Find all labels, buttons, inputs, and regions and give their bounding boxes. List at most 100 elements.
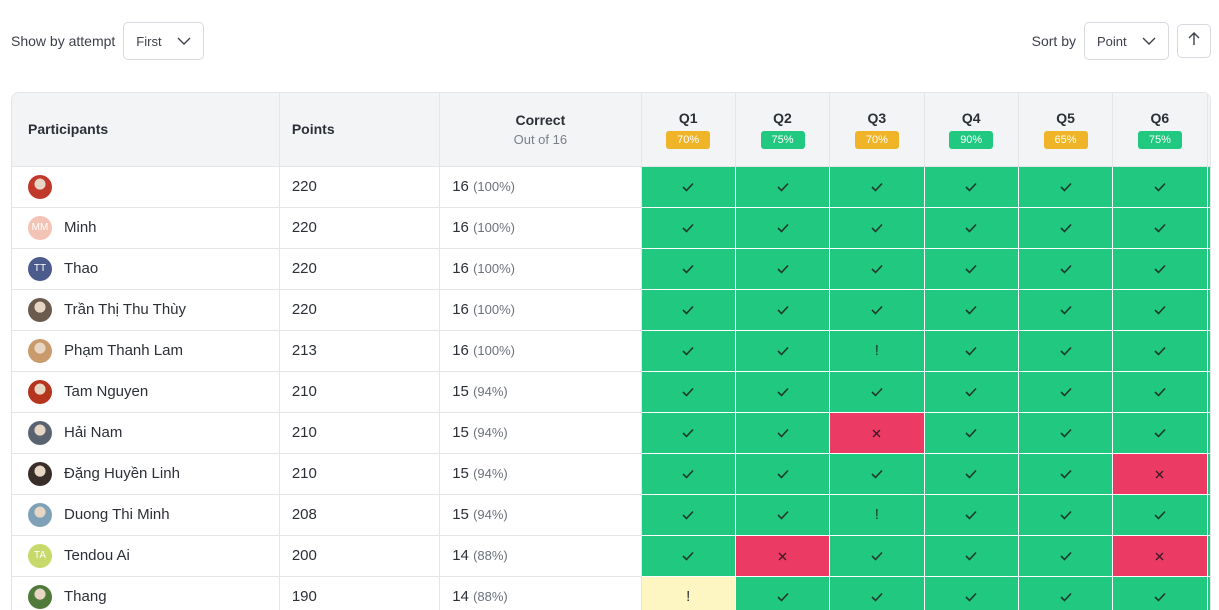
- answer-cell-correct[interactable]: [1207, 453, 1210, 495]
- answer-cell-skip[interactable]: !: [641, 576, 736, 610]
- answer-cell-correct[interactable]: [924, 412, 1019, 454]
- answer-cell-correct[interactable]: [735, 289, 831, 331]
- answer-cell-correct[interactable]: [829, 207, 925, 249]
- answer-cell-correct[interactable]: [829, 371, 925, 413]
- answer-cell-correct[interactable]: [1018, 494, 1114, 536]
- answer-cell-correct[interactable]: [641, 207, 736, 249]
- answer-cell-partial[interactable]: !: [829, 330, 925, 372]
- answer-cell-correct[interactable]: [641, 412, 736, 454]
- answer-cell-correct[interactable]: [735, 330, 831, 372]
- table-row[interactable]: Hải Nam 210 15 (94%): [12, 412, 1210, 454]
- answer-cell-correct[interactable]: [1018, 207, 1114, 249]
- answer-cell-correct[interactable]: [735, 371, 831, 413]
- answer-cell-correct[interactable]: [829, 453, 925, 495]
- answer-cell-wrong[interactable]: [1112, 535, 1208, 577]
- answer-cell-correct[interactable]: [735, 494, 831, 536]
- answer-cell-correct[interactable]: [735, 576, 831, 610]
- answer-cell-correct[interactable]: [1112, 248, 1208, 290]
- answer-cell-correct[interactable]: [924, 453, 1019, 495]
- answer-cell-correct[interactable]: [1207, 248, 1210, 290]
- question-header-6[interactable]: Q6 75%: [1112, 93, 1208, 167]
- answer-cell-correct[interactable]: [1207, 166, 1210, 208]
- attempt-select[interactable]: First: [123, 22, 205, 60]
- answer-cell-correct[interactable]: [1018, 576, 1114, 610]
- table-row[interactable]: Phạm Thanh Lam 213 16 (100%)!: [12, 330, 1210, 372]
- answer-cell-correct[interactable]: [1018, 289, 1114, 331]
- table-row[interactable]: Duong Thi Minh 208 15 (94%)!: [12, 494, 1210, 536]
- answer-cell-correct[interactable]: [1018, 248, 1114, 290]
- answer-cell-wrong[interactable]: [829, 412, 925, 454]
- answer-cell-correct[interactable]: [1018, 535, 1114, 577]
- question-header-3[interactable]: Q3 70%: [829, 93, 925, 167]
- answer-cell-correct[interactable]: [1112, 494, 1208, 536]
- question-header-2[interactable]: Q2 75%: [735, 93, 831, 167]
- answer-cell-correct[interactable]: [924, 207, 1019, 249]
- answer-cell-partial[interactable]: !: [829, 494, 925, 536]
- answer-cell-correct[interactable]: [829, 248, 925, 290]
- answer-cell-correct[interactable]: [924, 289, 1019, 331]
- answer-cell-correct[interactable]: [829, 535, 925, 577]
- answer-cell-correct[interactable]: [735, 166, 831, 208]
- answer-cell-correct[interactable]: [1207, 412, 1210, 454]
- answer-cell-correct[interactable]: [641, 289, 736, 331]
- table-row[interactable]: Thang 190 14 (88%)!: [12, 576, 1210, 610]
- answer-cell-correct[interactable]: [924, 330, 1019, 372]
- answer-cell-correct[interactable]: [735, 207, 831, 249]
- answer-cell-correct[interactable]: [1112, 289, 1208, 331]
- table-row[interactable]: Đặng Huyền Linh 210 15 (94%): [12, 453, 1210, 495]
- answer-cell-correct[interactable]: [829, 576, 925, 610]
- answer-cell-correct[interactable]: [1207, 535, 1210, 577]
- answer-cell-correct[interactable]: [1207, 371, 1210, 413]
- table-row[interactable]: Tam Nguyen 210 15 (94%): [12, 371, 1210, 413]
- answer-cell-correct[interactable]: [1112, 576, 1208, 610]
- answer-cell-correct[interactable]: [1207, 207, 1210, 249]
- answer-cell-correct[interactable]: [1018, 371, 1114, 413]
- answer-cell-correct[interactable]: [641, 535, 736, 577]
- answer-cell-correct[interactable]: [1112, 412, 1208, 454]
- answer-cell-correct[interactable]: [1207, 494, 1210, 536]
- answer-cell-correct[interactable]: [1112, 207, 1208, 249]
- answer-cell-correct[interactable]: [735, 412, 831, 454]
- answer-cell-correct[interactable]: [1112, 166, 1208, 208]
- answer-cell-correct[interactable]: [641, 494, 736, 536]
- table-row[interactable]: TT Thao 220 16 (100%): [12, 248, 1210, 290]
- answer-cell-correct[interactable]: [641, 330, 736, 372]
- sort-direction-button[interactable]: [1177, 24, 1211, 58]
- question-header-4[interactable]: Q4 90%: [924, 93, 1019, 167]
- answer-cell-correct[interactable]: [1018, 166, 1114, 208]
- answer-cell-correct[interactable]: [924, 166, 1019, 208]
- answer-cell-correct[interactable]: [1018, 330, 1114, 372]
- answer-cell-correct[interactable]: [1207, 330, 1210, 372]
- answer-cell-correct[interactable]: [1018, 453, 1114, 495]
- answer-cell-wrong[interactable]: [735, 535, 831, 577]
- answer-cell-correct[interactable]: [924, 494, 1019, 536]
- answer-cell-correct[interactable]: [924, 371, 1019, 413]
- answer-cell-correct[interactable]: [924, 248, 1019, 290]
- participants-header[interactable]: Participants: [12, 93, 280, 167]
- table-row[interactable]: TA Tendou Ai 200 14 (88%): [12, 535, 1210, 577]
- answer-cell-correct[interactable]: [829, 166, 925, 208]
- sort-select[interactable]: Point: [1084, 22, 1169, 60]
- answer-cell-correct[interactable]: [1112, 371, 1208, 413]
- answer-cell-correct[interactable]: [641, 453, 736, 495]
- answer-cell-wrong[interactable]: [1112, 453, 1208, 495]
- answer-cell-correct[interactable]: [1018, 412, 1114, 454]
- answer-cell-correct[interactable]: [1207, 289, 1210, 331]
- answer-cell-correct[interactable]: [641, 248, 736, 290]
- question-header-1[interactable]: Q1 70%: [641, 93, 736, 167]
- correct-header[interactable]: Correct Out of 16: [439, 93, 642, 167]
- answer-cell-correct[interactable]: [735, 453, 831, 495]
- answer-cell-correct[interactable]: [1207, 576, 1210, 610]
- table-row[interactable]: 220 16 (100%): [12, 166, 1210, 208]
- answer-cell-correct[interactable]: [829, 289, 925, 331]
- question-header-5[interactable]: Q5 65%: [1018, 93, 1114, 167]
- table-row[interactable]: MM Minh 220 16 (100%): [12, 207, 1210, 249]
- answer-cell-correct[interactable]: [735, 248, 831, 290]
- points-header[interactable]: Points: [279, 93, 441, 167]
- answer-cell-correct[interactable]: [641, 166, 736, 208]
- answer-cell-correct[interactable]: [924, 576, 1019, 610]
- answer-cell-correct[interactable]: [641, 371, 736, 413]
- answer-cell-correct[interactable]: [1112, 330, 1208, 372]
- answer-cell-correct[interactable]: [924, 535, 1019, 577]
- table-row[interactable]: Trần Thị Thu Thùy 220 16 (100%): [12, 289, 1210, 331]
